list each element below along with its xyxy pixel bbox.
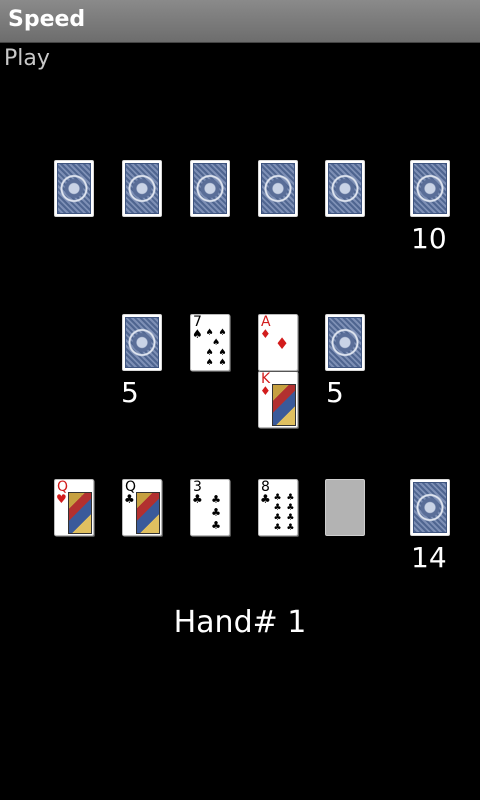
opponent-hand-card-2 — [122, 160, 162, 217]
hand-label-text: Hand# — [173, 605, 278, 640]
card-pips: ♦ — [274, 334, 290, 353]
card-pips: ♣ ♣ ♣ ♣ ♣ ♣ ♣ ♣ — [273, 493, 295, 533]
title-bar: Speed — [0, 0, 480, 43]
right-replacement-count: 5 — [326, 376, 344, 409]
club-icon: ♣ — [192, 492, 203, 506]
center-right-pile[interactable]: A ♦ ♦ — [258, 314, 298, 371]
king-court-image — [272, 384, 296, 426]
opponent-hand-card-5 — [325, 160, 365, 217]
player-hand-card-2[interactable]: Q ♣ — [122, 479, 162, 536]
left-replacement-count: 5 — [121, 376, 139, 409]
heart-icon: ♥ — [56, 492, 67, 506]
queen-court-image — [136, 492, 160, 534]
opponent-hand-card-4 — [258, 160, 298, 217]
left-replacement-pile[interactable] — [122, 314, 162, 371]
center-left-pile[interactable]: 7 ♠ ♠ ♠ ♠ ♠ ♠ ♠ ♠ — [190, 314, 230, 371]
card-pips: ♠ ♠ ♠ ♠ ♠ ♠ ♠ — [205, 328, 227, 368]
spade-icon: ♠ — [192, 327, 203, 341]
card-pips: ♣ ♣ ♣ — [211, 493, 221, 532]
player-hand-card-3[interactable]: 3 ♣ ♣ ♣ ♣ — [190, 479, 230, 536]
center-right-pile-under-card: K ♦ — [258, 371, 298, 428]
opponent-stock-pile — [410, 160, 450, 217]
opponent-hand-card-1 — [54, 160, 94, 217]
player-hand-card-4[interactable]: 8 ♣ ♣ ♣ ♣ ♣ ♣ ♣ ♣ ♣ — [258, 479, 298, 536]
opponent-stock-count: 10 — [411, 222, 447, 255]
queen-court-image — [68, 492, 92, 534]
player-hand-card-1[interactable]: Q ♥ — [54, 479, 94, 536]
opponent-hand-card-3 — [190, 160, 230, 217]
play-menu-item[interactable]: Play — [4, 46, 50, 71]
player-stock-count: 14 — [411, 541, 447, 574]
player-stock-pile[interactable] — [410, 479, 450, 536]
club-icon: ♣ — [124, 492, 135, 506]
app-title: Speed — [8, 7, 86, 32]
right-replacement-pile[interactable] — [325, 314, 365, 371]
hand-number-label: Hand# 1 — [0, 605, 480, 640]
player-hand-empty-slot[interactable] — [325, 479, 365, 536]
club-icon: ♣ — [260, 492, 271, 506]
diamond-icon: ♦ — [260, 384, 271, 398]
hand-number: 1 — [287, 605, 307, 640]
